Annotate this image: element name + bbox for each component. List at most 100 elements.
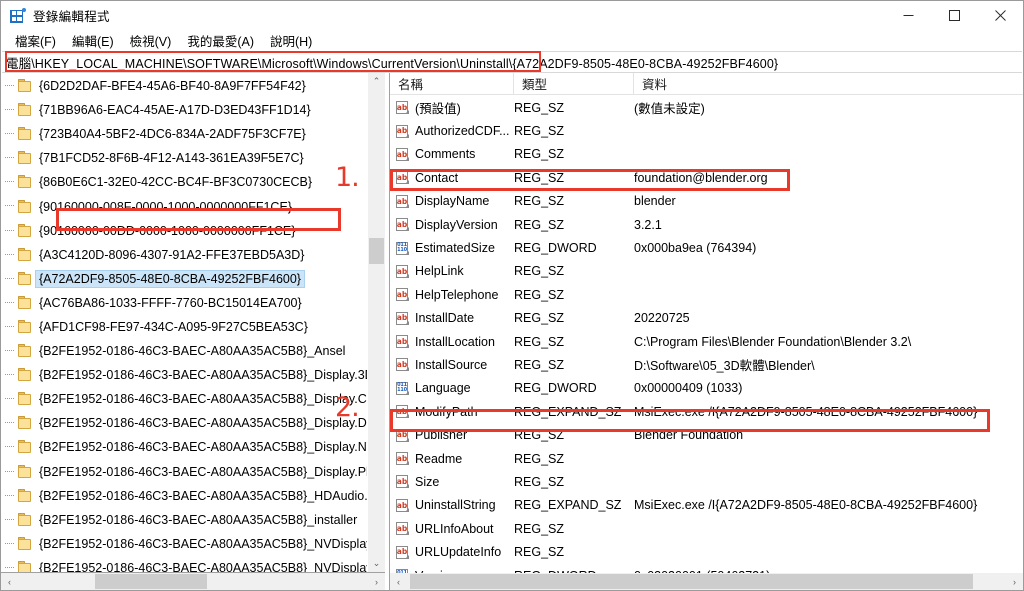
tree-node[interactable]: {A72A2DF9-8505-48E0-8CBA-49252FBF4600} bbox=[1, 267, 367, 291]
tree-node[interactable]: {B2FE1952-0186-46C3-BAEC-A80AA35AC5B8}_i… bbox=[1, 508, 367, 532]
value-data: foundation@blender.org bbox=[634, 170, 768, 185]
tree-node-label: {B2FE1952-0186-46C3-BAEC-A80AA35AC5B8}_D… bbox=[39, 416, 367, 431]
value-hscroll-left-arrow[interactable]: ‹ bbox=[390, 573, 407, 590]
string-value-icon: ab bbox=[395, 521, 410, 536]
value-type: REG_SZ bbox=[514, 545, 565, 560]
tree-scroll-track[interactable] bbox=[368, 90, 385, 555]
tree-hscroll-track[interactable] bbox=[18, 573, 368, 590]
string-value-icon: ab bbox=[395, 194, 410, 209]
registry-value-list[interactable]: ab (預設值) REG_SZ (數值未設定) ab AuthorizedCDF... RE… bbox=[390, 95, 1023, 573]
tree-hscroll-right-arrow[interactable]: › bbox=[368, 573, 385, 590]
tree-node[interactable]: {AFD1CF98-FE97-434C-A095-9F27C5BEA53C} bbox=[1, 315, 367, 339]
menu-view[interactable]: 檢視(V) bbox=[122, 29, 180, 52]
tree-vertical-scrollbar[interactable]: ⌃ ⌄ bbox=[367, 73, 385, 572]
value-row[interactable]: ab URLUpdateInfo REG_SZ bbox=[390, 540, 1023, 563]
menu-edit[interactable]: 編輯(E) bbox=[64, 29, 122, 52]
value-row[interactable]: ab Publisher REG_SZ Blender Foundation bbox=[390, 423, 1023, 446]
value-row[interactable]: ab (預設值) REG_SZ (數值未設定) bbox=[390, 96, 1023, 119]
tree-guide-line bbox=[5, 109, 14, 111]
column-header-name[interactable]: 名稱 bbox=[390, 73, 514, 94]
value-name: HelpLink bbox=[415, 264, 464, 279]
tree-guide-line bbox=[5, 518, 14, 520]
tree-guide-line bbox=[5, 325, 14, 327]
value-row[interactable]: ab DisplayVersion REG_SZ 3.2.1 bbox=[390, 213, 1023, 236]
tree-node-label: {B2FE1952-0186-46C3-BAEC-A80AA35AC5B8}_D… bbox=[39, 440, 367, 455]
tree-hscroll-thumb[interactable] bbox=[95, 574, 207, 589]
tree-node[interactable]: {723B40A4-5BF2-4DC6-834A-2ADF75F3CF7E} bbox=[1, 122, 367, 146]
value-type: REG_SZ bbox=[514, 194, 565, 209]
tree-node[interactable]: {B2FE1952-0186-46C3-BAEC-A80AA35AC5B8}_D… bbox=[1, 411, 367, 435]
value-hscroll-track[interactable] bbox=[407, 573, 1006, 590]
tree-node[interactable]: {90160000-00DD-0000-1000-0000000FF1CE} bbox=[1, 219, 367, 243]
minimize-button[interactable] bbox=[885, 1, 931, 30]
value-row[interactable]: ab AuthorizedCDF... REG_SZ bbox=[390, 119, 1023, 142]
tree-guide-line bbox=[5, 157, 14, 159]
folder-icon bbox=[17, 560, 33, 572]
tree-hscroll-left-arrow[interactable]: ‹ bbox=[1, 573, 18, 590]
menu-help[interactable]: 說明(H) bbox=[262, 29, 320, 52]
value-row[interactable]: ab URLInfoAbout REG_SZ bbox=[390, 517, 1023, 540]
tree-node[interactable]: {B2FE1952-0186-46C3-BAEC-A80AA35AC5B8}_D… bbox=[1, 435, 367, 459]
value-hscroll-thumb[interactable] bbox=[410, 574, 973, 589]
registry-key-tree[interactable]: {6D2D2DAF-BFE4-45A6-BF40-8A9F7FF54F42} {7… bbox=[1, 73, 367, 572]
tree-node[interactable]: {90160000-008F-0000-1000-0000000FF1CE} bbox=[1, 194, 367, 218]
tree-scroll-thumb[interactable] bbox=[369, 238, 384, 264]
registry-path: 電腦\HKEY_LOCAL_MACHINE\SOFTWARE\Microsoft… bbox=[6, 56, 779, 71]
column-header-data[interactable]: 資料 bbox=[634, 73, 1023, 94]
tree-node[interactable]: {86B0E6C1-32E0-42CC-BC4F-BF3C0730CECB} bbox=[1, 170, 367, 194]
value-row[interactable]: ab InstallSource REG_SZ D:\Software\05_3D軟體… bbox=[390, 353, 1023, 376]
tree-node[interactable]: {A3C4120D-8096-4307-91A2-FFE37EBD5A3D} bbox=[1, 243, 367, 267]
value-list-horizontal-scrollbar[interactable]: ‹ › bbox=[390, 573, 1023, 590]
value-name-cell: ab DisplayName bbox=[390, 194, 514, 209]
value-row[interactable]: 011 110 EstimatedSize REG_DWORD 0x000ba9ea (… bbox=[390, 236, 1023, 259]
value-name: InstallLocation bbox=[415, 334, 495, 349]
folder-icon bbox=[17, 319, 33, 334]
close-button[interactable] bbox=[977, 1, 1023, 30]
value-row[interactable]: 011110VersionREG_DWORD0x03020001 (504627… bbox=[390, 564, 1023, 573]
menu-file[interactable]: 檔案(F) bbox=[7, 29, 64, 52]
tree-node[interactable]: {B2FE1952-0186-46C3-BAEC-A80AA35AC5B8}_H… bbox=[1, 484, 367, 508]
tree-node[interactable]: {71BB96A6-EAC4-45AE-A17D-D3ED43FF1D14} bbox=[1, 98, 367, 122]
value-row[interactable]: ab Contact REG_SZ foundation@blender.org bbox=[390, 166, 1023, 189]
tree-node[interactable]: {B2FE1952-0186-46C3-BAEC-A80AA35AC5B8}_N… bbox=[1, 556, 367, 572]
tree-node[interactable]: {B2FE1952-0186-46C3-BAEC-A80AA35AC5B8}_D… bbox=[1, 460, 367, 484]
value-row[interactable]: ab Readme REG_SZ bbox=[390, 447, 1023, 470]
string-value-icon: ab bbox=[395, 428, 410, 443]
address-bar[interactable]: 電腦\HKEY_LOCAL_MACHINE\SOFTWARE\Microsoft… bbox=[2, 51, 1022, 73]
value-data: D:\Software\05_3D軟體\Blender\ bbox=[634, 359, 815, 374]
tree-scroll-down-arrow[interactable]: ⌄ bbox=[368, 555, 385, 572]
value-row[interactable]: ab UninstallString REG_EXPAND_SZ MsiExec.ex… bbox=[390, 494, 1023, 517]
value-name: Size bbox=[415, 474, 440, 489]
value-type: REG_SZ bbox=[514, 100, 565, 115]
value-name-cell: ab URLUpdateInfo bbox=[390, 545, 514, 560]
value-row[interactable]: ab Comments REG_SZ bbox=[390, 143, 1023, 166]
tree-node-label: {B2FE1952-0186-46C3-BAEC-A80AA35AC5B8}_D… bbox=[39, 464, 367, 479]
value-row[interactable]: 011 110 Language REG_DWORD 0x00000409 (1033) bbox=[390, 377, 1023, 400]
value-name-cell: 011 110 EstimatedSize bbox=[390, 241, 514, 256]
value-data: MsiExec.exe /I{A72A2DF9-8505-48E0-8CBA-4… bbox=[634, 498, 978, 513]
value-row[interactable]: ab InstallDate REG_SZ 20220725 bbox=[390, 307, 1023, 330]
value-row[interactable]: ab DisplayName REG_SZ blender bbox=[390, 190, 1023, 213]
value-row[interactable]: ab InstallLocation REG_SZ C:\Program Files\… bbox=[390, 330, 1023, 353]
column-header-type[interactable]: 類型 bbox=[514, 73, 634, 94]
tree-node[interactable]: {6D2D2DAF-BFE4-45A6-BF40-8A9F7FF54F42} bbox=[1, 74, 367, 98]
tree-node[interactable]: {7B1FCD52-8F6B-4F12-A143-361EA39F5E7C} bbox=[1, 146, 367, 170]
value-name-cell: 011 110 Language bbox=[390, 381, 514, 396]
value-hscroll-right-arrow[interactable]: › bbox=[1006, 573, 1023, 590]
tree-guide-line bbox=[5, 542, 14, 544]
tree-node[interactable]: {B2FE1952-0186-46C3-BAEC-A80AA35AC5B8}_A… bbox=[1, 339, 367, 363]
tree-node[interactable]: {B2FE1952-0186-46C3-BAEC-A80AA35AC5B8}_D… bbox=[1, 387, 367, 411]
tree-horizontal-scrollbar[interactable]: ‹ › bbox=[1, 573, 385, 590]
maximize-button[interactable] bbox=[931, 1, 977, 30]
value-row[interactable]: ab HelpTelephone REG_SZ bbox=[390, 283, 1023, 306]
tree-scroll-up-arrow[interactable]: ⌃ bbox=[368, 73, 385, 90]
value-name-cell: ab (預設值) bbox=[390, 98, 514, 117]
tree-node[interactable]: {AC76BA86-1033-FFFF-7760-BC15014EA700} bbox=[1, 291, 367, 315]
value-row[interactable]: ab HelpLink REG_SZ bbox=[390, 260, 1023, 283]
tree-node[interactable]: {B2FE1952-0186-46C3-BAEC-A80AA35AC5B8}_D… bbox=[1, 363, 367, 387]
value-row[interactable]: ab Size REG_SZ bbox=[390, 470, 1023, 493]
value-name: Language bbox=[415, 381, 471, 396]
menu-favorites[interactable]: 我的最愛(A) bbox=[179, 29, 262, 52]
tree-node[interactable]: {B2FE1952-0186-46C3-BAEC-A80AA35AC5B8}_N… bbox=[1, 532, 367, 556]
value-row[interactable]: ab ModifyPath REG_EXPAND_SZ MsiExec.exe /I{… bbox=[390, 400, 1023, 423]
